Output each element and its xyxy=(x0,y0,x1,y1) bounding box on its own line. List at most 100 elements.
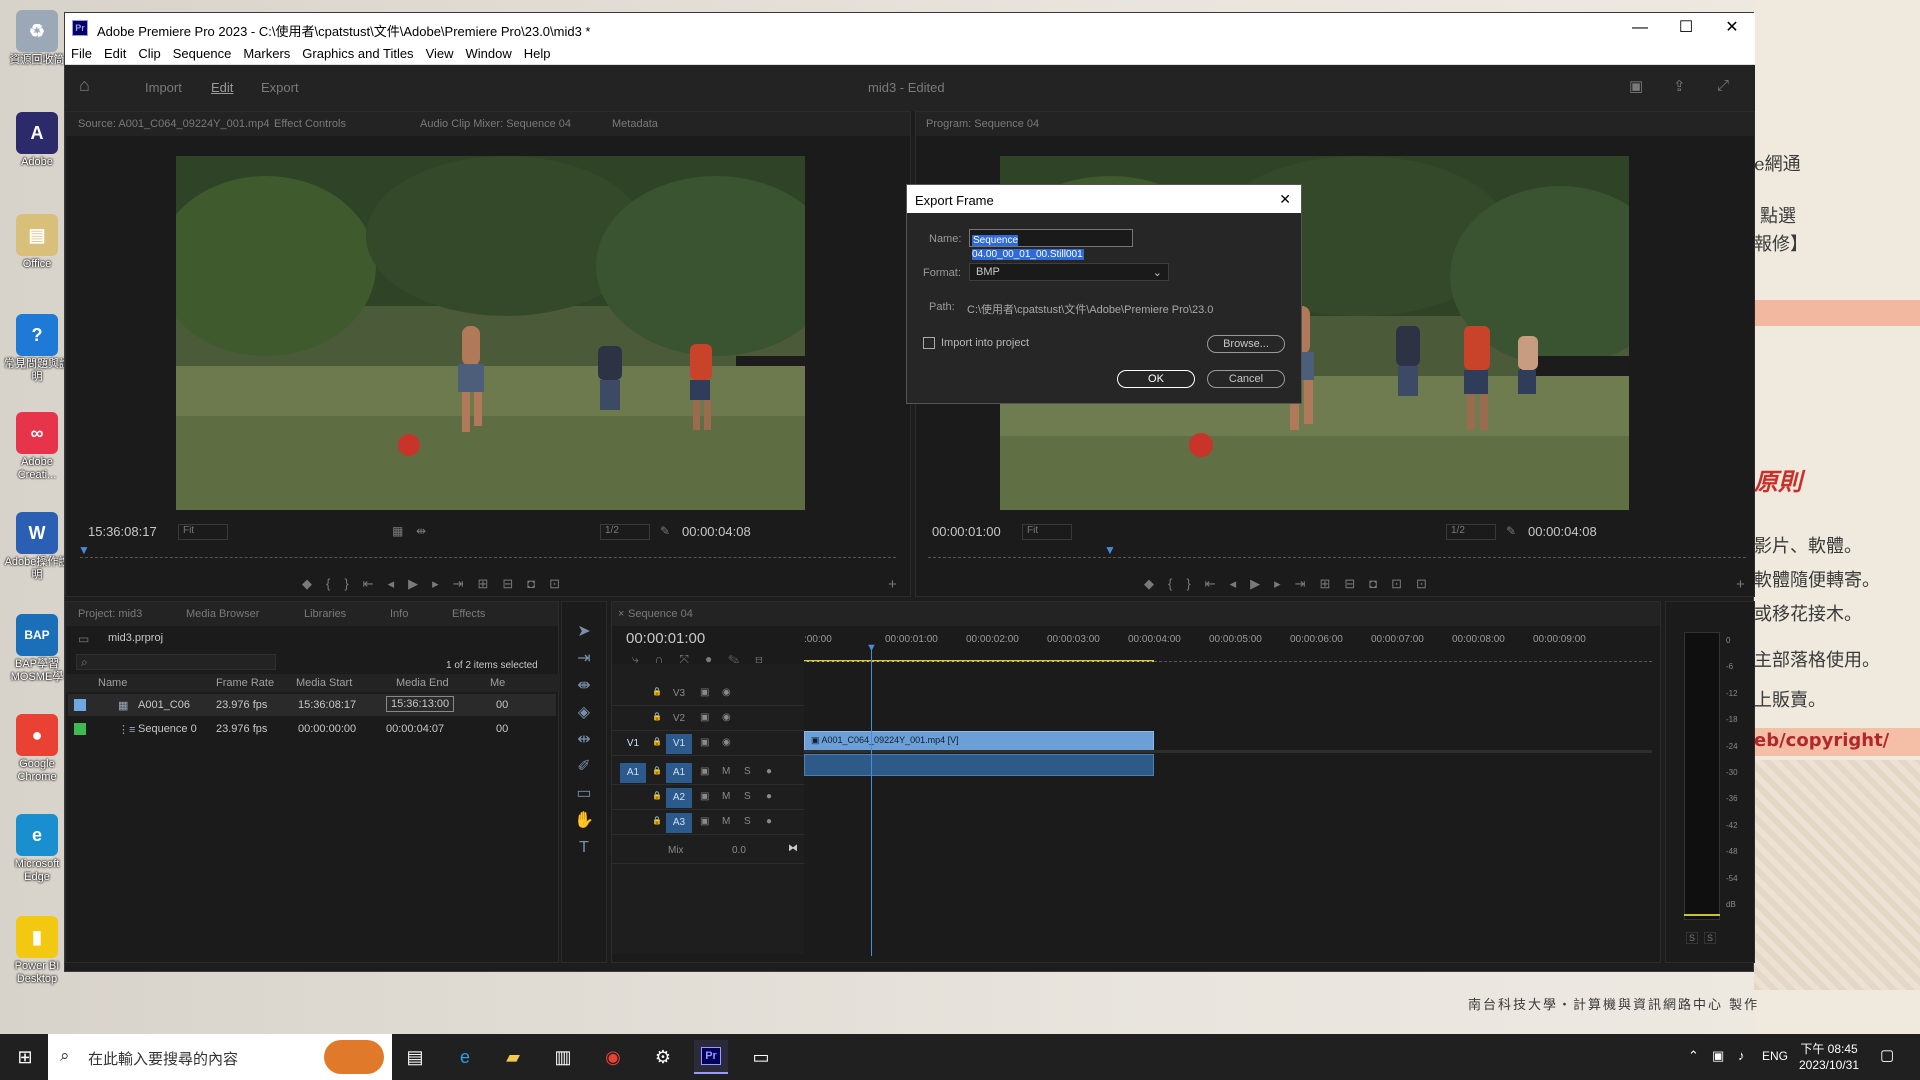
share-icon[interactable]: ⇪ xyxy=(1673,77,1686,95)
microphone-icon[interactable]: ● xyxy=(766,816,772,827)
quick-export-icon[interactable]: ▣ xyxy=(1629,77,1643,95)
close-sequence-icon[interactable]: × xyxy=(618,608,624,620)
store-icon[interactable]: ▥ xyxy=(546,1040,580,1074)
track-header[interactable]: A1 🔒 A1 ▣ M S ● xyxy=(612,761,804,785)
taskbar-search-box[interactable]: ⌕ 在此輸入要搜尋的內容 xyxy=(48,1034,392,1080)
track-target-v3[interactable]: V3 xyxy=(666,684,692,704)
tab-edit[interactable]: Edit xyxy=(211,80,233,95)
program-playhead-icon[interactable]: ▼ xyxy=(1104,543,1116,557)
notification-icon[interactable]: ▢ xyxy=(1880,1046,1894,1064)
track-header[interactable]: 🔒 V3 ▣ ◉ xyxy=(612,682,804,706)
project-row[interactable]: ▦ A001_C06 23.976 fps 15:36:08:17 15:36:13:0… xyxy=(68,694,556,716)
audio-clip[interactable] xyxy=(804,754,1154,776)
mute-button[interactable]: M xyxy=(722,816,730,827)
settings-icon[interactable]: ▦ xyxy=(392,524,403,538)
source-video-frame[interactable] xyxy=(176,156,805,510)
lock-icon[interactable]: 🔒 xyxy=(652,737,662,746)
mute-button[interactable]: M xyxy=(722,791,730,802)
microphone-icon[interactable]: ● xyxy=(766,791,772,802)
track-target-v1[interactable]: V1 xyxy=(666,734,692,754)
tab-import[interactable]: Import xyxy=(145,80,182,95)
task-view-icon[interactable]: ▤ xyxy=(398,1040,432,1074)
desktop-icon[interactable]: ▤ Office xyxy=(4,214,70,271)
menu-file[interactable]: File xyxy=(65,43,98,65)
timeline-playhead[interactable] xyxy=(871,646,872,956)
desktop-icon[interactable]: W Adobe操作說明 xyxy=(4,512,70,582)
solo-button[interactable]: S xyxy=(744,766,751,777)
settings-gear-icon[interactable]: ⚙ xyxy=(646,1040,680,1074)
tool-icons[interactable]: ➤ ⇥ ⇼ ◈ ⇹ ✐ ▭ ✋ T xyxy=(574,618,594,861)
tab-export[interactable]: Export xyxy=(261,80,299,95)
track-target-v2[interactable]: V2 xyxy=(666,709,692,729)
language-indicator[interactable]: ENG xyxy=(1762,1049,1788,1063)
eye-icon[interactable]: ◉ xyxy=(722,712,731,723)
lock-icon[interactable]: 🔒 xyxy=(652,766,662,775)
timeline-ruler[interactable]: :00:00 00:00:01:00 00:00:02:00 00:00:03:00 0… xyxy=(804,624,1652,648)
tab-program[interactable]: Program: Sequence 04 xyxy=(926,118,1039,130)
eye-icon[interactable]: ◉ xyxy=(722,737,731,748)
tab-project[interactable]: Project: mid3 xyxy=(78,608,142,620)
maximize-button[interactable]: ☐ xyxy=(1663,13,1709,43)
menu-edit[interactable]: Edit xyxy=(98,43,132,65)
col-frame-rate[interactable]: Frame Rate xyxy=(216,677,274,689)
program-transport-controls[interactable]: ◆{}⇤◂▶▸⇥⊞⊟◘⊡⊡ xyxy=(1144,576,1441,592)
source-patch[interactable]: A1 xyxy=(620,763,646,783)
wrench-icon[interactable]: ✎ xyxy=(1506,524,1516,538)
desktop-icon[interactable]: ? 常見問題與說明 xyxy=(4,314,70,384)
tab-audio-clip-mixer[interactable]: Audio Clip Mixer: Sequence 04 xyxy=(420,118,571,130)
program-resolution-dropdown[interactable]: 1/2 xyxy=(1446,524,1496,540)
solo-left-button[interactable]: S xyxy=(1686,932,1699,944)
eye-icon[interactable]: ◉ xyxy=(722,687,731,698)
col-more[interactable]: Me xyxy=(490,677,505,689)
edge-taskbar-icon[interactable]: e xyxy=(448,1040,482,1074)
windows-start-icon[interactable]: ⊞ xyxy=(8,1040,42,1074)
label-color-swatch[interactable] xyxy=(74,699,86,711)
mute-button[interactable]: M xyxy=(722,766,730,777)
clock-date[interactable]: 2023/10/31 xyxy=(1796,1058,1862,1072)
desktop-icon[interactable]: ● Google Chrome xyxy=(4,714,70,784)
tray-chevron-icon[interactable]: ⌃ xyxy=(1688,1048,1699,1064)
menu-graphics-titles[interactable]: Graphics and Titles xyxy=(296,43,419,65)
track-header[interactable]: V1 🔒 V1 ▣ ◉ xyxy=(612,732,804,756)
av-divider[interactable] xyxy=(804,750,1652,753)
browse-button[interactable]: Browse... xyxy=(1207,335,1285,353)
desktop-icon[interactable]: ♻ 資源回收筒 xyxy=(4,10,70,67)
tab-effects[interactable]: Effects xyxy=(452,608,485,620)
desktop-icon[interactable]: e Microsoft Edge xyxy=(4,814,70,884)
network-icon[interactable]: ▣ xyxy=(1712,1048,1724,1064)
solo-right-button[interactable]: S xyxy=(1704,932,1717,944)
terminal-icon[interactable]: ▭ xyxy=(744,1040,778,1074)
tab-source[interactable]: Source: A001_C064_09224Y_001.mp4 xyxy=(78,118,269,130)
minimize-button[interactable]: — xyxy=(1617,13,1663,43)
tab-libraries[interactable]: Libraries xyxy=(304,608,346,620)
track-header[interactable]: 🔒 A2 ▣ M S ● xyxy=(612,786,804,810)
col-name[interactable]: Name xyxy=(98,677,127,689)
lock-icon[interactable]: 🔒 xyxy=(652,687,662,696)
solo-button[interactable]: S xyxy=(744,791,751,802)
source-transport-controls[interactable]: ◆{}⇤◂▶▸⇥⊞⊟◘⊡ xyxy=(302,576,574,592)
lock-icon[interactable]: 🔒 xyxy=(652,712,662,721)
source-scrubber[interactable] xyxy=(80,548,896,558)
track-target-a2[interactable]: A2 xyxy=(666,788,692,808)
track-target-a3[interactable]: A3 xyxy=(666,813,692,833)
home-icon[interactable]: ⌂ xyxy=(79,75,90,96)
col-media-start[interactable]: Media Start xyxy=(296,677,352,689)
menu-sequence[interactable]: Sequence xyxy=(167,43,238,65)
source-playhead-icon[interactable]: ▼ xyxy=(78,543,90,557)
col-media-end[interactable]: Media End xyxy=(396,677,449,689)
tab-sequence[interactable]: Sequence 04 xyxy=(628,608,693,620)
timeline-timecode[interactable]: 00:00:01:00 xyxy=(626,630,705,647)
volume-icon[interactable]: ♪ xyxy=(1738,1048,1745,1063)
program-scrubber[interactable] xyxy=(928,548,1746,558)
mix-toggle-icon[interactable]: ⧓ xyxy=(788,843,798,854)
sync-lock-icon[interactable]: ▣ xyxy=(700,712,709,723)
sync-lock-icon[interactable]: ▣ xyxy=(700,791,709,802)
desktop-icon[interactable]: BAP BAP學習 MOSME學 xyxy=(4,614,70,684)
cancel-button[interactable]: Cancel xyxy=(1207,370,1285,388)
sync-lock-icon[interactable]: ▣ xyxy=(700,687,709,698)
project-search-input[interactable]: ⌕ xyxy=(76,654,276,670)
source-patch[interactable]: V1 xyxy=(620,734,646,754)
format-dropdown[interactable]: BMP ⌄ xyxy=(969,263,1169,281)
chrome-taskbar-icon[interactable]: ◉ xyxy=(596,1040,630,1074)
track-header[interactable]: 🔒 A3 ▣ M S ● xyxy=(612,811,804,835)
